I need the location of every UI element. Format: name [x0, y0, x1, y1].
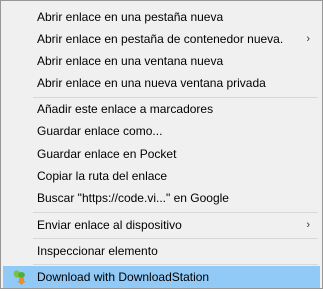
menu-item-label: Inspeccionar elemento — [37, 244, 158, 258]
submenu-arrow-icon: › — [306, 33, 310, 45]
menu-item-open-container-tab[interactable]: Abrir enlace en pestaña de contenedor nu… — [3, 28, 320, 50]
menu-item-label: Abrir enlace en una pestaña nueva — [37, 10, 224, 24]
menu-item-label: Abrir enlace en una nueva ventana privad… — [37, 76, 266, 90]
menu-item-label: Añadir este enlace a marcadores — [37, 102, 214, 116]
context-menu: Abrir enlace en una pestaña nueva Abrir … — [0, 0, 323, 289]
menu-item-open-private-window[interactable]: Abrir enlace en una nueva ventana privad… — [3, 72, 320, 94]
menu-item-copy-link[interactable]: Copiar la ruta del enlace — [3, 165, 320, 187]
menu-item-open-new-window[interactable]: Abrir enlace en una ventana nueva — [3, 50, 320, 72]
menu-separator — [33, 212, 318, 213]
downloadstation-icon — [11, 269, 27, 285]
menu-item-inspect-element[interactable]: Inspeccionar elemento — [3, 240, 320, 262]
menu-item-save-to-pocket[interactable]: Guardar enlace en Pocket — [3, 143, 320, 165]
menu-item-label: Guardar enlace como... — [37, 124, 163, 138]
menu-item-save-link-as[interactable]: Guardar enlace como... — [3, 120, 320, 142]
menu-item-label: Download with DownloadStation — [37, 270, 210, 284]
menu-item-search-google[interactable]: Buscar "https://code.vi..." en Google — [3, 187, 320, 209]
menu-separator — [33, 238, 318, 239]
menu-item-bookmark-link[interactable]: Añadir este enlace a marcadores — [3, 98, 320, 120]
menu-separator — [33, 264, 318, 265]
menu-item-label: Buscar "https://code.vi..." en Google — [37, 191, 229, 205]
menu-item-download-with-downloadstation[interactable]: Download with DownloadStation — [3, 266, 320, 288]
menu-item-label: Copiar la ruta del enlace — [37, 169, 168, 183]
menu-item-send-to-device[interactable]: Enviar enlace al dispositivo › — [3, 214, 320, 236]
menu-item-label: Abrir enlace en pestaña de contenedor nu… — [37, 32, 284, 46]
submenu-arrow-icon: › — [306, 219, 310, 231]
menu-item-label: Guardar enlace en Pocket — [37, 147, 177, 161]
menu-item-label: Abrir enlace en una ventana nueva — [37, 54, 224, 68]
menu-item-open-new-tab[interactable]: Abrir enlace en una pestaña nueva — [3, 6, 320, 28]
menu-item-label: Enviar enlace al dispositivo — [37, 218, 182, 232]
